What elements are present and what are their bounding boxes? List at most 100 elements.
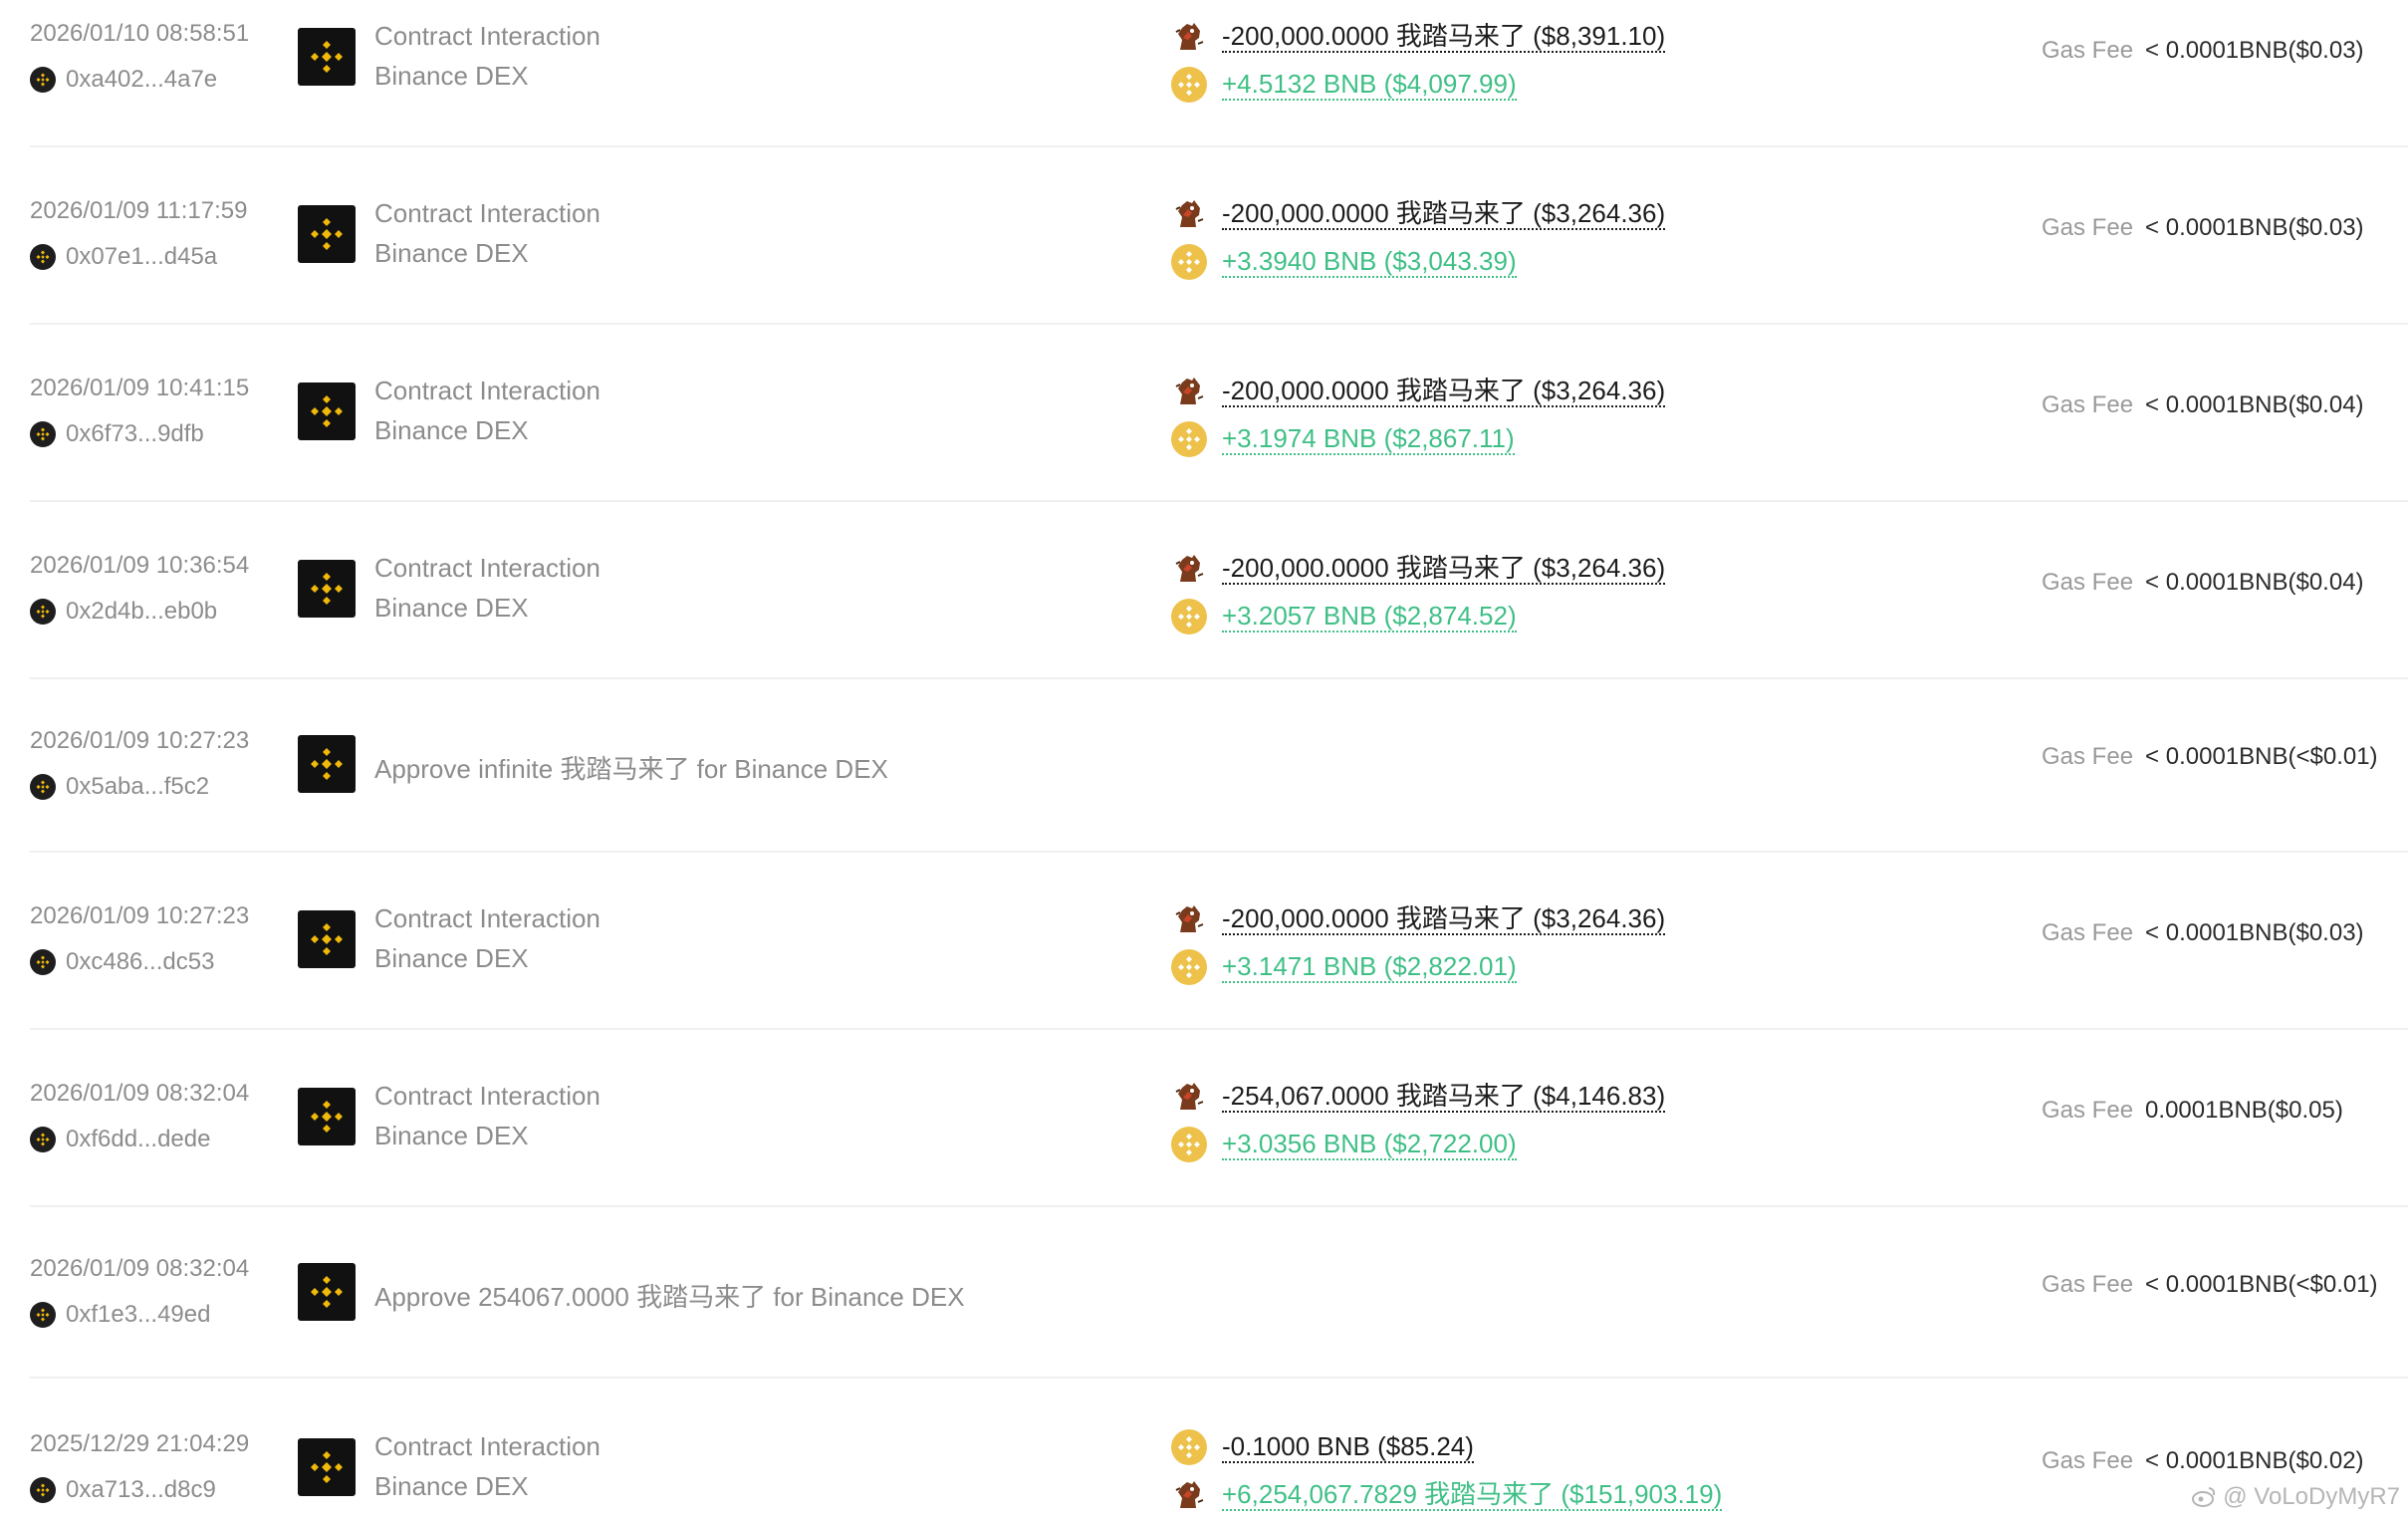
- amount-in: +4.5132 BNB ($4,097.99): [1170, 65, 1517, 105]
- tx-hash[interactable]: 0x5aba...f5c2: [66, 773, 209, 801]
- gas-fee: Gas Fee < 0.0001BNB($0.02): [2042, 1447, 2364, 1475]
- amount-out-value[interactable]: -200,000.0000 我踏马来了 ($3,264.36): [1222, 198, 1666, 230]
- gas-fee: Gas Fee < 0.0001BNB($0.04): [2042, 569, 2364, 597]
- binance-dex-logo-icon: [298, 1088, 356, 1145]
- bnb-chain-icon: [30, 244, 56, 270]
- tx-hash[interactable]: 0xa402...4a7e: [66, 66, 217, 94]
- amount-in-value[interactable]: +3.3940 BNB ($3,043.39): [1222, 246, 1517, 278]
- tx-from-address[interactable]: 0x6f73...9dfb: [30, 419, 204, 449]
- transaction-row[interactable]: 2026/01/09 08:32:04 0xf1e3...49ed Approv…: [30, 1207, 2408, 1379]
- amount-in-value[interactable]: +4.5132 BNB ($4,097.99): [1222, 69, 1517, 101]
- bnb-chain-icon: [30, 774, 56, 800]
- gas-fee-value: < 0.0001BNB($0.04): [2145, 391, 2364, 418]
- amount-in-value[interactable]: +3.1974 BNB ($2,867.11): [1222, 423, 1515, 455]
- tx-type: Approve infinite 我踏马来了 for Binance DEX: [374, 754, 888, 784]
- tx-counterparty: Binance DEX: [374, 415, 529, 445]
- tx-counterparty: Binance DEX: [374, 61, 529, 91]
- tx-hash[interactable]: 0xf6dd...dede: [66, 1126, 210, 1153]
- tx-hash[interactable]: 0x6f73...9dfb: [66, 420, 204, 448]
- amount-out: -0.1000 BNB ($85.24): [1170, 1427, 1474, 1467]
- horse-token-icon: [1170, 373, 1208, 410]
- tx-from-address[interactable]: 0xc486...dc53: [30, 947, 214, 977]
- gas-fee-value: 0.0001BNB($0.05): [2145, 1097, 2343, 1124]
- tx-type: Contract Interaction: [374, 198, 601, 228]
- transaction-row[interactable]: 2026/01/09 10:36:54 0x2d4b...eb0b Contra…: [30, 502, 2408, 679]
- horse-token-icon: [1170, 900, 1208, 938]
- binance-dex-logo-icon: [298, 205, 356, 263]
- bnb-chain-icon: [30, 1477, 56, 1503]
- transaction-row[interactable]: 2026/01/09 10:41:15 0x6f73...9dfb Contra…: [30, 325, 2408, 502]
- tx-datetime: 2026/01/10 08:58:51: [30, 20, 250, 47]
- gas-fee: Gas Fee < 0.0001BNB($0.03): [2042, 37, 2364, 65]
- tx-from-address[interactable]: 0xf6dd...dede: [30, 1125, 210, 1154]
- amount-out: -200,000.0000 我踏马来了 ($3,264.36): [1170, 372, 1666, 411]
- amount-out: -200,000.0000 我踏马来了 ($8,391.10): [1170, 17, 1666, 57]
- amount-out: -254,067.0000 我踏马来了 ($4,146.83): [1170, 1077, 1666, 1117]
- tx-type: Contract Interaction: [374, 903, 601, 933]
- amount-in-value[interactable]: +3.2057 BNB ($2,874.52): [1222, 601, 1517, 633]
- transaction-row[interactable]: 2026/01/09 10:27:23 0x5aba...f5c2 Approv…: [30, 679, 2408, 853]
- tx-from-address[interactable]: 0xa402...4a7e: [30, 65, 217, 95]
- tx-hash[interactable]: 0xf1e3...49ed: [66, 1301, 210, 1329]
- binance-dex-logo-icon: [298, 735, 356, 793]
- tx-datetime: 2026/01/09 10:27:23: [30, 727, 250, 754]
- gas-fee: Gas Fee < 0.0001BNB(<$0.01): [2042, 743, 2378, 771]
- tx-from-address[interactable]: 0x2d4b...eb0b: [30, 597, 217, 627]
- transaction-row[interactable]: 2025/12/29 21:04:29 0xa713...d8c9 Contra…: [30, 1379, 2408, 1521]
- amount-out-value[interactable]: -200,000.0000 我踏马来了 ($8,391.10): [1222, 21, 1666, 53]
- tx-type: Contract Interaction: [374, 553, 601, 583]
- tx-counterparty: Binance DEX: [374, 1471, 529, 1501]
- gas-fee-label: Gas Fee: [2042, 743, 2134, 770]
- tx-type: Contract Interaction: [374, 1431, 601, 1461]
- gas-fee-value: < 0.0001BNB(<$0.01): [2145, 1271, 2378, 1298]
- bnb-chain-icon: [30, 599, 56, 625]
- amount-out-value[interactable]: -200,000.0000 我踏马来了 ($3,264.36): [1222, 903, 1666, 935]
- amount-out-value[interactable]: -200,000.0000 我踏马来了 ($3,264.36): [1222, 376, 1666, 407]
- gas-fee-label: Gas Fee: [2042, 214, 2134, 241]
- tx-counterparty: Binance DEX: [374, 1121, 529, 1150]
- weibo-icon: [2191, 1484, 2217, 1510]
- gas-fee-value: < 0.0001BNB($0.03): [2145, 37, 2364, 64]
- amount-in-value[interactable]: +3.0356 BNB ($2,722.00): [1222, 1129, 1517, 1160]
- amount-in-value[interactable]: +3.1471 BNB ($2,822.01): [1222, 951, 1517, 983]
- amount-in-value[interactable]: +6,254,067.7829 我踏马来了 ($151,903.19): [1222, 1479, 1723, 1511]
- tx-hash[interactable]: 0xa713...d8c9: [66, 1476, 216, 1504]
- bnb-coin-icon: [1170, 598, 1208, 635]
- watermark-text: @ VoLoDyMyR7: [2223, 1483, 2400, 1510]
- tx-hash[interactable]: 0x07e1...d45a: [66, 243, 217, 271]
- gas-fee-value: < 0.0001BNB(<$0.01): [2145, 743, 2378, 770]
- binance-dex-logo-icon: [298, 1263, 356, 1321]
- transaction-list: 2026/01/10 08:58:51 0xa402...4a7e Contra…: [0, 0, 2408, 1521]
- bnb-coin-icon: [1170, 1428, 1208, 1466]
- bnb-coin-icon: [1170, 420, 1208, 458]
- tx-from-address[interactable]: 0x5aba...f5c2: [30, 772, 209, 802]
- amount-out-value[interactable]: -200,000.0000 我踏马来了 ($3,264.36): [1222, 553, 1666, 585]
- amount-in: +3.1974 BNB ($2,867.11): [1170, 419, 1515, 459]
- tx-datetime: 2026/01/09 10:27:23: [30, 902, 250, 929]
- tx-counterparty: Binance DEX: [374, 238, 529, 268]
- tx-type: Approve 254067.0000 我踏马来了 for Binance DE…: [374, 1282, 965, 1312]
- horse-token-icon: [1170, 195, 1208, 233]
- tx-hash[interactable]: 0x2d4b...eb0b: [66, 598, 217, 626]
- amount-out-value[interactable]: -254,067.0000 我踏马来了 ($4,146.83): [1222, 1081, 1666, 1113]
- bnb-chain-icon: [30, 1302, 56, 1328]
- gas-fee-value: < 0.0001BNB($0.02): [2145, 1447, 2364, 1474]
- amount-in: +3.0356 BNB ($2,722.00): [1170, 1125, 1517, 1164]
- horse-token-icon: [1170, 550, 1208, 588]
- amount-out-value[interactable]: -0.1000 BNB ($85.24): [1222, 1431, 1474, 1463]
- transaction-row[interactable]: 2026/01/09 10:27:23 0xc486...dc53 Contra…: [30, 853, 2408, 1030]
- transaction-row[interactable]: 2026/01/09 11:17:59 0x07e1...d45a Contra…: [30, 147, 2408, 325]
- gas-fee: Gas Fee < 0.0001BNB(<$0.01): [2042, 1271, 2378, 1299]
- horse-token-icon: [1170, 1476, 1208, 1514]
- tx-from-address[interactable]: 0xf1e3...49ed: [30, 1300, 210, 1330]
- transaction-row[interactable]: 2026/01/10 08:58:51 0xa402...4a7e Contra…: [30, 0, 2408, 147]
- tx-hash[interactable]: 0xc486...dc53: [66, 948, 214, 976]
- binance-dex-logo-icon: [298, 28, 356, 86]
- tx-from-address[interactable]: 0xa713...d8c9: [30, 1475, 216, 1505]
- gas-fee-label: Gas Fee: [2042, 37, 2134, 64]
- binance-dex-logo-icon: [298, 560, 356, 618]
- transaction-row[interactable]: 2026/01/09 08:32:04 0xf6dd...dede Contra…: [30, 1030, 2408, 1207]
- tx-from-address[interactable]: 0x07e1...d45a: [30, 242, 217, 272]
- tx-type: Contract Interaction: [374, 376, 601, 405]
- gas-fee: Gas Fee < 0.0001BNB($0.04): [2042, 391, 2364, 419]
